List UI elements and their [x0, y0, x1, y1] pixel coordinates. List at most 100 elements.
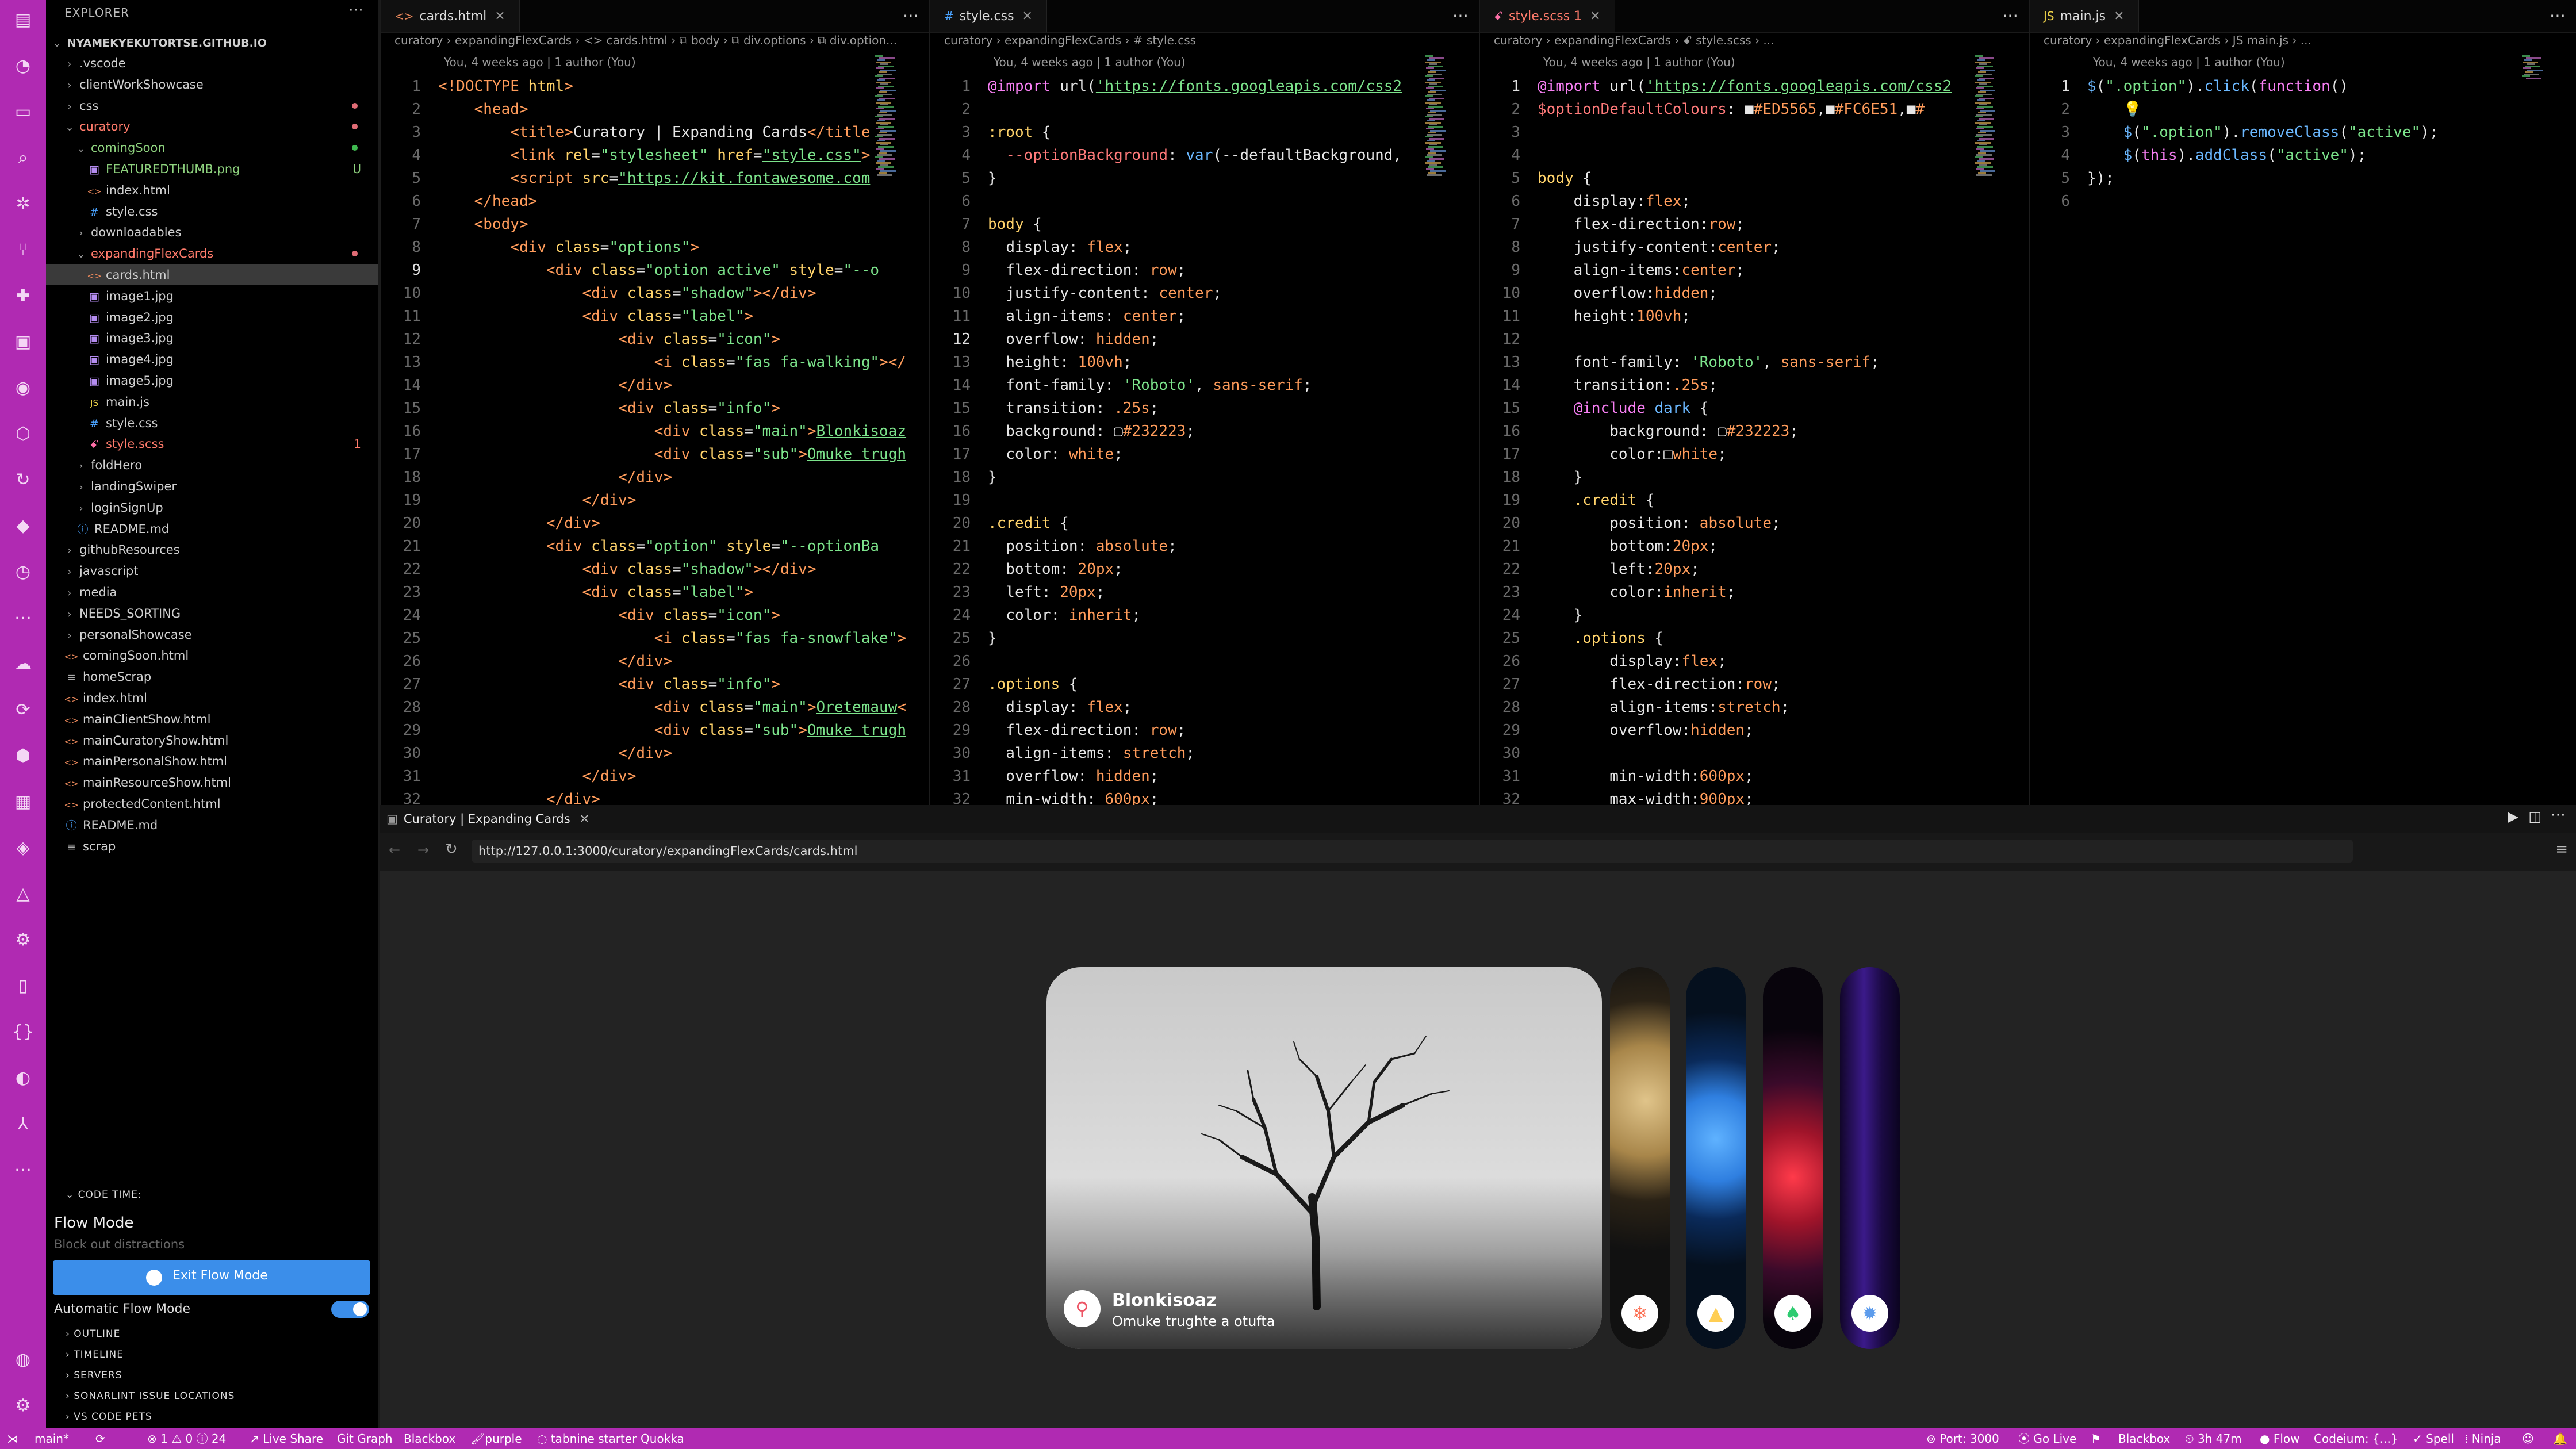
live-share-icon[interactable]: ↻ [12, 468, 34, 491]
code-line[interactable]: 15 <div class="info"> [381, 397, 780, 420]
code-line[interactable]: 32 </div> [381, 788, 600, 805]
more-icon[interactable]: ⋯ [2551, 806, 2566, 823]
reload-icon[interactable]: ↻ [445, 841, 458, 858]
code-line[interactable]: 2 <head> [381, 98, 528, 121]
braces-icon[interactable]: {} [12, 1020, 34, 1043]
code-line[interactable]: 7 <body> [381, 213, 528, 236]
code-line[interactable]: 10 <div class="shadow"></div> [381, 282, 816, 305]
code-line[interactable]: 4 <link rel="stylesheet" href="style.css… [381, 144, 870, 167]
code-line[interactable]: 24 } [1480, 604, 1583, 627]
code-line[interactable]: 7 flex-direction:row; [1480, 213, 1745, 236]
code-line[interactable]: 26 display:flex; [1480, 650, 1727, 673]
code-line[interactable]: 28 align-items:stretch; [1480, 696, 1790, 719]
option-card-active[interactable]: ⚲ Blonkisoaz Omuke trughte a otufta [1046, 967, 1602, 1349]
code-line[interactable]: 13 font-family: 'Roboto', sans-serif; [1480, 351, 1880, 374]
git-blame-lens[interactable]: You, 4 weeks ago | 1 author (You) [1543, 55, 1735, 69]
code-line[interactable]: 17 color: white; [930, 443, 1123, 466]
code-line[interactable]: 21 position: absolute; [930, 535, 1177, 558]
code-line[interactable]: 29 overflow:hidden; [1480, 719, 1754, 742]
code-line[interactable]: 32 max-width:900px; [1480, 788, 1754, 805]
code-line[interactable]: 31 min-width:600px; [1480, 765, 1754, 788]
code-line[interactable]: 11 align-items: center; [930, 305, 1186, 328]
tree-folder[interactable]: › loginSignUp [46, 497, 378, 518]
explorer-more-icon[interactable]: ⋯ [348, 1, 363, 18]
code-line[interactable]: 24 color: inherit; [930, 604, 1141, 627]
tree-folder[interactable]: › githubResources [46, 539, 378, 560]
code-line[interactable]: 6 [2030, 190, 2087, 213]
code-line[interactable]: 19 .credit { [1480, 489, 1655, 512]
debug-icon[interactable]: ✲ [12, 192, 34, 215]
minimap[interactable] [875, 55, 900, 182]
drop-icon[interactable]: ◈ [12, 836, 34, 859]
play-icon[interactable]: ▶ [2508, 808, 2518, 825]
code-line[interactable]: 12 <div class="icon"> [381, 328, 780, 351]
minimap[interactable] [2522, 55, 2547, 182]
more-actions-icon[interactable]: ⋯ [903, 6, 919, 25]
tree-folder[interactable]: ⌄ curatory [46, 116, 378, 137]
files-icon[interactable]: ▤ [12, 8, 34, 31]
code-line[interactable]: 9 flex-direction: row; [930, 259, 1186, 282]
code-line[interactable]: 18} [930, 466, 997, 489]
git-blame-lens[interactable]: You, 4 weeks ago | 1 author (You) [444, 55, 636, 69]
code-line[interactable]: 2 $optionDefaultColours: ■#ED5565,■#FC6E5… [1480, 98, 1925, 121]
tree-file[interactable]: ▣ image4.jpg [46, 349, 378, 370]
status-sync[interactable]: ⟳ [95, 1428, 105, 1449]
breadcrumb[interactable]: curatory › expandingFlexCards › ꗃ style.… [1494, 33, 1774, 47]
code-line[interactable]: 24 <div class="icon"> [381, 604, 780, 627]
settings-sync-icon[interactable]: ⚙ [12, 928, 34, 951]
refresh-icon[interactable]: ⟳ [12, 698, 34, 721]
code-line[interactable]: 15 @include dark { [1480, 397, 1709, 420]
code-line[interactable]: 10 justify-content: center; [930, 282, 1222, 305]
status-person-icon[interactable]: ⚑ [2091, 1428, 2101, 1449]
tree-file[interactable]: ▣ image5.jpg [46, 370, 378, 391]
code-line[interactable]: 25} [930, 627, 997, 650]
source-control-icon[interactable]: ◔ [12, 54, 34, 77]
tree-file[interactable]: # style.css [46, 413, 378, 434]
code-line[interactable]: 21 bottom:20px; [1480, 535, 1718, 558]
code-line[interactable]: 3 $(".option").removeClass("active"); [2030, 121, 2438, 144]
tree-folder[interactable]: ⌄ comingSoon [46, 137, 378, 158]
close-icon[interactable]: ✕ [2114, 9, 2124, 24]
section-sonarlint-issue-locations[interactable]: › SONARLINT ISSUE LOCATIONS [66, 1390, 235, 1402]
tree-folder[interactable]: › landingSwiper [46, 476, 378, 497]
status-live-share[interactable]: ↗ Live Share [250, 1428, 323, 1449]
code-line[interactable]: 3:root { [930, 121, 1051, 144]
status-remote-icon[interactable]: ⋊ [7, 1428, 18, 1449]
tree-file[interactable]: <> cards.html [46, 264, 378, 285]
tree-file[interactable]: ▣ FEATUREDTHUMB.png U [46, 159, 378, 179]
tool-icon[interactable]: △ [12, 882, 34, 905]
code-line[interactable]: 13 <i class="fas fa-walking"></ [381, 351, 906, 374]
code-line[interactable]: 20 position: absolute; [1480, 512, 1781, 535]
status-blackbox-right[interactable]: Blackbox [2118, 1428, 2170, 1449]
code-line[interactable]: 22 bottom: 20px; [930, 558, 1123, 581]
git-blame-lens[interactable]: You, 4 weeks ago | 1 author (You) [994, 55, 1186, 69]
code-line[interactable]: 14 font-family: 'Roboto', sans-serif; [930, 374, 1312, 397]
editor-tab[interactable]: ꗃ style.scss 1 ✕ [1480, 0, 1615, 32]
tree-folder[interactable]: › media [46, 582, 378, 603]
tree-folder[interactable]: › javascript [46, 561, 378, 581]
tree-file[interactable]: <> index.html [46, 688, 378, 708]
account-icon[interactable]: ◍ [12, 1348, 34, 1371]
code-line[interactable]: 17 <div class="sub">Omuke trugh [381, 443, 906, 466]
code-line[interactable]: 28 <div class="main">Oretemauw< [381, 696, 906, 719]
code-line[interactable]: 30 [1480, 742, 1538, 765]
minimap[interactable] [1425, 55, 1450, 182]
git-blame-lens[interactable]: You, 4 weeks ago | 1 author (You) [2093, 55, 2285, 69]
menu-icon[interactable]: ≡ [2555, 841, 2568, 858]
tree-folder[interactable]: › clientWorkShowcase [46, 74, 378, 95]
code-line[interactable]: 11 height:100vh; [1480, 305, 1690, 328]
code-line[interactable]: 10 overflow:hidden; [1480, 282, 1718, 305]
editor-tab[interactable]: JS main.js ✕ [2030, 0, 2139, 32]
tree-folder[interactable]: ⌄ expandingFlexCards [46, 243, 378, 264]
code-line[interactable]: 3 <title>Curatory | Expanding Cards</tit… [381, 121, 870, 144]
tree-folder[interactable]: › NEEDS_SORTING [46, 603, 378, 624]
code-line[interactable]: 30 align-items: stretch; [930, 742, 1195, 765]
code-line[interactable]: 16 background: ▢#232223; [930, 420, 1195, 443]
code-line[interactable]: 9 <div class="option active" style="--o [381, 259, 879, 282]
code-line[interactable]: 22 <div class="shadow"></div> [381, 558, 816, 581]
code-line[interactable]: 26 </div> [381, 650, 672, 673]
option-card-2[interactable]: ❄ [1610, 967, 1670, 1349]
code-line[interactable]: 4 $(this).addClass("active"); [2030, 144, 2366, 167]
status-feedback-icon[interactable]: ☺ [2522, 1428, 2534, 1449]
code-line[interactable]: 1 @import url('https://fonts.googleapis.c… [930, 75, 1402, 98]
